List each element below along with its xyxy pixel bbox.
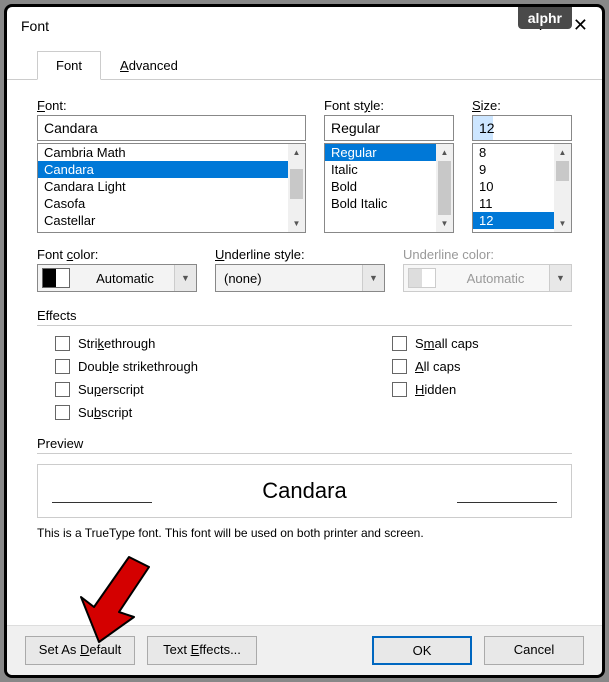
scroll-down-icon[interactable]: ▼ — [288, 215, 305, 232]
size-input[interactable] — [472, 115, 572, 141]
underlinecolor-combo: Automatic ▼ — [403, 264, 572, 292]
chevron-down-icon: ▼ — [362, 265, 384, 291]
font-option[interactable]: Casofa — [38, 195, 288, 212]
superscript-checkbox[interactable]: Superscript — [55, 382, 392, 397]
strikethrough-checkbox[interactable]: Strikethrough — [55, 336, 392, 351]
button-row: Set As Default Text Effects... OK Cancel — [7, 625, 602, 675]
brand-badge: alphr — [518, 7, 572, 29]
scroll-down-icon[interactable]: ▼ — [436, 215, 453, 232]
font-listbox[interactable]: Cambria Math Candara Candara Light Casof… — [37, 143, 306, 233]
scrollbar[interactable]: ▲ ▼ — [288, 144, 305, 232]
scrollbar[interactable]: ▲ ▼ — [554, 144, 571, 232]
size-option[interactable]: 9 — [473, 161, 554, 178]
preview-text: Candara — [262, 478, 346, 504]
size-label: Size: — [472, 98, 572, 113]
font-option[interactable]: Cambria Math — [38, 144, 288, 161]
preview-heading: Preview — [37, 436, 572, 454]
underlinestyle-combo[interactable]: (none) ▼ — [215, 264, 385, 292]
scroll-up-icon[interactable]: ▲ — [288, 144, 305, 161]
size-listbox[interactable]: 8 9 10 11 12 ▲ ▼ — [472, 143, 572, 233]
size-option[interactable]: 12 — [473, 212, 554, 229]
font-label: Font: — [37, 98, 306, 113]
double-strikethrough-checkbox[interactable]: Double strikethrough — [55, 359, 392, 374]
chevron-down-icon: ▼ — [549, 265, 571, 291]
effects-heading: Effects — [37, 308, 572, 326]
style-label: Font style: — [324, 98, 454, 113]
text-effects-button[interactable]: Text Effects... — [147, 636, 257, 665]
font-input[interactable] — [37, 115, 306, 141]
hidden-checkbox[interactable]: Hidden — [392, 382, 572, 397]
style-listbox[interactable]: Regular Italic Bold Bold Italic ▲ ▼ — [324, 143, 454, 233]
font-option[interactable]: Candara Light — [38, 178, 288, 195]
subscript-checkbox[interactable]: Subscript — [55, 405, 392, 420]
smallcaps-checkbox[interactable]: Small caps — [392, 336, 572, 351]
titlebar: Font ? ✕ — [7, 7, 602, 40]
size-option[interactable]: 11 — [473, 195, 554, 212]
size-option[interactable]: 8 — [473, 144, 554, 161]
fontcolor-label: Font color: — [37, 247, 197, 262]
font-option[interactable]: Candara — [38, 161, 288, 178]
scroll-up-icon[interactable]: ▲ — [436, 144, 453, 161]
underlinecolor-label: Underline color: — [403, 247, 572, 262]
style-option[interactable]: Bold Italic — [325, 195, 436, 212]
close-button[interactable]: ✕ — [573, 15, 588, 36]
ok-button[interactable]: OK — [372, 636, 472, 665]
style-option[interactable]: Italic — [325, 161, 436, 178]
cancel-button[interactable]: Cancel — [484, 636, 584, 665]
style-option[interactable]: Regular — [325, 144, 436, 161]
tab-advanced[interactable]: Advanced — [101, 51, 197, 80]
color-swatch-icon — [42, 268, 70, 288]
scroll-up-icon[interactable]: ▲ — [554, 144, 571, 161]
fontcolor-combo[interactable]: Automatic ▼ — [37, 264, 197, 292]
font-dialog: alphr Font ? ✕ Font Advanced Font: Cambr… — [4, 4, 605, 678]
scroll-down-icon[interactable]: ▼ — [554, 215, 571, 232]
color-swatch-icon — [408, 268, 436, 288]
tab-row: Font Advanced — [7, 40, 602, 80]
chevron-down-icon: ▼ — [174, 265, 196, 291]
size-option[interactable]: 10 — [473, 178, 554, 195]
style-input[interactable] — [324, 115, 454, 141]
scrollbar[interactable]: ▲ ▼ — [436, 144, 453, 232]
allcaps-checkbox[interactable]: All caps — [392, 359, 572, 374]
style-option[interactable]: Bold — [325, 178, 436, 195]
underlinestyle-label: Underline style: — [215, 247, 385, 262]
tab-font[interactable]: Font — [37, 51, 101, 80]
font-option[interactable]: Castellar — [38, 212, 288, 229]
set-default-button[interactable]: Set As Default — [25, 636, 135, 665]
preview-box: Candara — [37, 464, 572, 518]
dialog-title: Font — [21, 18, 537, 34]
font-note: This is a TrueType font. This font will … — [37, 526, 572, 540]
